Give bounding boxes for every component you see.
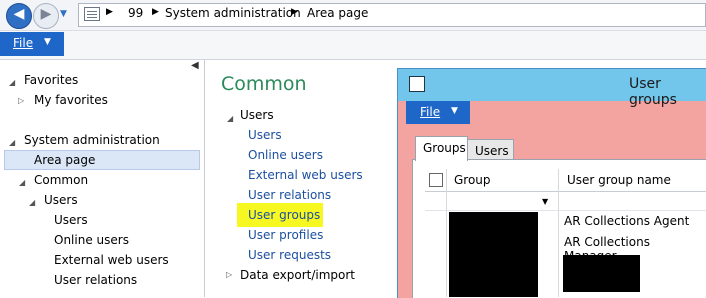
file-label: File (13, 36, 34, 50)
page-icon (84, 7, 100, 21)
link-user-requests[interactable]: User requests (248, 248, 331, 262)
expanded-icon[interactable]: ◢ (9, 78, 15, 87)
expanded-icon[interactable]: ◢ (29, 198, 35, 207)
nav-system-administration[interactable]: System administration (24, 133, 160, 147)
forward-button[interactable]: ▶ (33, 3, 59, 29)
collapsed-icon[interactable]: ▷ (226, 270, 232, 279)
chevron-right-icon: ▶ (291, 7, 298, 17)
chevron-down-icon: ▼ (451, 106, 458, 116)
nav-item-online-users[interactable]: Online users (54, 233, 129, 247)
data-export-import-group[interactable]: Data export/import (240, 268, 355, 282)
history-dropdown-icon[interactable]: ▼ (60, 9, 67, 19)
tab-groups[interactable]: Groups (415, 136, 468, 161)
link-user-groups[interactable]: User groups (248, 208, 320, 222)
nav-item-users[interactable]: Users (54, 213, 88, 227)
redacted-block (563, 255, 640, 292)
link-users[interactable]: Users (248, 128, 282, 142)
link-user-relations[interactable]: User relations (248, 188, 331, 202)
column-divider (446, 169, 447, 297)
column-divider (558, 169, 559, 297)
window-file-label: File (420, 105, 441, 119)
breadcrumb-system-administration[interactable]: System administration (165, 6, 301, 20)
nav-common[interactable]: Common (34, 173, 88, 187)
back-button[interactable]: ◀ (6, 3, 32, 29)
nav-favorites[interactable]: Favorites (24, 73, 78, 87)
redacted-block (449, 212, 538, 297)
forward-arrow-icon: ▶ (40, 6, 52, 22)
column-header-group[interactable]: Group (454, 173, 491, 187)
ribbon (0, 31, 706, 60)
nav-my-favorites[interactable]: My favorites (34, 93, 108, 107)
nav-item-user-relations[interactable]: User relations (54, 273, 137, 287)
collapsed-icon[interactable]: ▷ (18, 96, 24, 105)
filter-dropdown-icon[interactable]: ▼ (542, 197, 548, 206)
window-title: User groups (629, 76, 677, 108)
link-user-profiles[interactable]: User profiles (248, 228, 323, 242)
window-app-icon[interactable] (409, 76, 425, 92)
breadcrumb-area-page[interactable]: Area page (307, 6, 368, 20)
filter-row[interactable] (425, 192, 706, 211)
users-group-heading[interactable]: Users (240, 108, 274, 122)
link-online-users[interactable]: Online users (248, 148, 323, 162)
page-title: Common (221, 73, 307, 95)
nav-item-external-web-users[interactable]: External web users (54, 253, 169, 267)
table-row-name[interactable]: AR Collections Agent (564, 214, 689, 228)
chevron-right-icon: ▶ (152, 7, 159, 17)
nav-users[interactable]: Users (44, 193, 78, 207)
nav-area-page[interactable]: Area page (34, 153, 95, 167)
select-all-checkbox[interactable] (429, 173, 443, 187)
expanded-icon[interactable]: ◢ (19, 178, 25, 187)
chevron-down-icon: ▼ (44, 37, 51, 47)
back-arrow-icon: ◀ (13, 6, 25, 22)
breadcrumb-company[interactable]: 99 (128, 6, 143, 20)
link-external-web-users[interactable]: External web users (248, 168, 363, 182)
tab-users-label: Users (475, 144, 509, 158)
window-file-menu-button[interactable]: File ▼ (406, 101, 470, 124)
tab-users[interactable]: Users (467, 139, 514, 161)
file-menu-button[interactable]: File ▼ (0, 32, 64, 56)
tab-groups-label: Groups (423, 141, 466, 155)
expanded-icon[interactable]: ◢ (9, 138, 15, 147)
column-header-user-group-name[interactable]: User group name (567, 173, 671, 187)
chevron-right-icon: ▶ (106, 7, 113, 17)
expanded-icon[interactable]: ◢ (227, 114, 233, 123)
collapse-pane-icon[interactable]: ◀ (191, 60, 199, 71)
